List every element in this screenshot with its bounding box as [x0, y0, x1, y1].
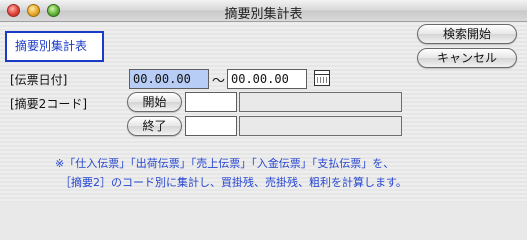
report-heading: 摘要別集計表 [5, 31, 104, 62]
end-code-name-field [239, 116, 402, 136]
cancel-button[interactable]: キャンセル [417, 48, 517, 68]
start-button[interactable]: 開始 [127, 92, 182, 112]
date-from-field[interactable]: 00.00.00 [129, 69, 209, 89]
end-code-field[interactable] [185, 116, 237, 136]
search-start-button[interactable]: 検索開始 [417, 24, 517, 44]
calendar-icon[interactable] [314, 70, 330, 86]
start-code-field[interactable] [185, 92, 237, 112]
note-line-2: ［摘要2］のコード別に集計し、買掛残、売掛残、粗利を計算します。 [60, 176, 407, 189]
start-code-name-field [239, 92, 402, 112]
date-range-separator: ～ [212, 74, 226, 89]
date-to-field[interactable]: 00.00.00 [227, 69, 307, 89]
window-title: 摘要別集計表 [224, 7, 303, 22]
title-bar: 摘要別集計表 [0, 0, 527, 22]
window-content: 摘要別集計表 検索開始 キャンセル [伝票日付] 00.00.00 ～ 00.0… [0, 23, 527, 202]
end-button[interactable]: 終了 [127, 116, 182, 136]
summary-code-label: [摘要2コード] [10, 97, 87, 111]
date-label: [伝票日付] [10, 73, 68, 87]
note-line-1: ※「仕入伝票」「出荷伝票」「売上伝票」「入金伝票」「支払伝票」を、 [55, 157, 395, 170]
